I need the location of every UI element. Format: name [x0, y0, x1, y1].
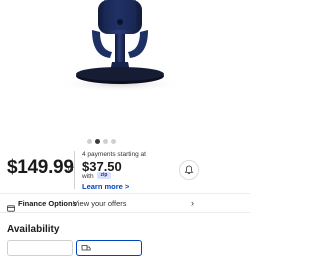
notify-button[interactable] — [179, 160, 199, 180]
card-icon — [7, 199, 15, 217]
finance-options-title[interactable]: Finance Options — [18, 199, 77, 208]
bell-icon — [184, 165, 194, 175]
chevron-right-icon[interactable]: › — [191, 198, 194, 208]
carousel-dots[interactable] — [0, 139, 250, 145]
section-divider — [0, 193, 250, 194]
product-price: $149.99 — [7, 157, 74, 178]
availability-heading: Availability — [7, 224, 60, 235]
carousel-dot[interactable] — [87, 139, 92, 144]
with-label: with — [82, 173, 94, 180]
availability-option-shipping[interactable] — [76, 240, 142, 256]
view-offers-text[interactable]: View your offers — [73, 199, 127, 208]
product-image[interactable] — [0, 0, 250, 140]
microphone-image — [58, 0, 182, 92]
carousel-dot[interactable] — [103, 139, 108, 144]
learn-more-link[interactable]: Learn more > — [82, 182, 129, 191]
zip-logo: zip — [97, 172, 111, 179]
section-divider — [0, 212, 250, 213]
availability-option-pickup[interactable] — [7, 240, 73, 256]
carousel-dot-active[interactable] — [95, 139, 100, 144]
truck-icon — [81, 245, 91, 251]
carousel-dot[interactable] — [111, 139, 116, 144]
payments-text: 4 payments starting at — [82, 151, 146, 158]
divider — [74, 151, 75, 189]
